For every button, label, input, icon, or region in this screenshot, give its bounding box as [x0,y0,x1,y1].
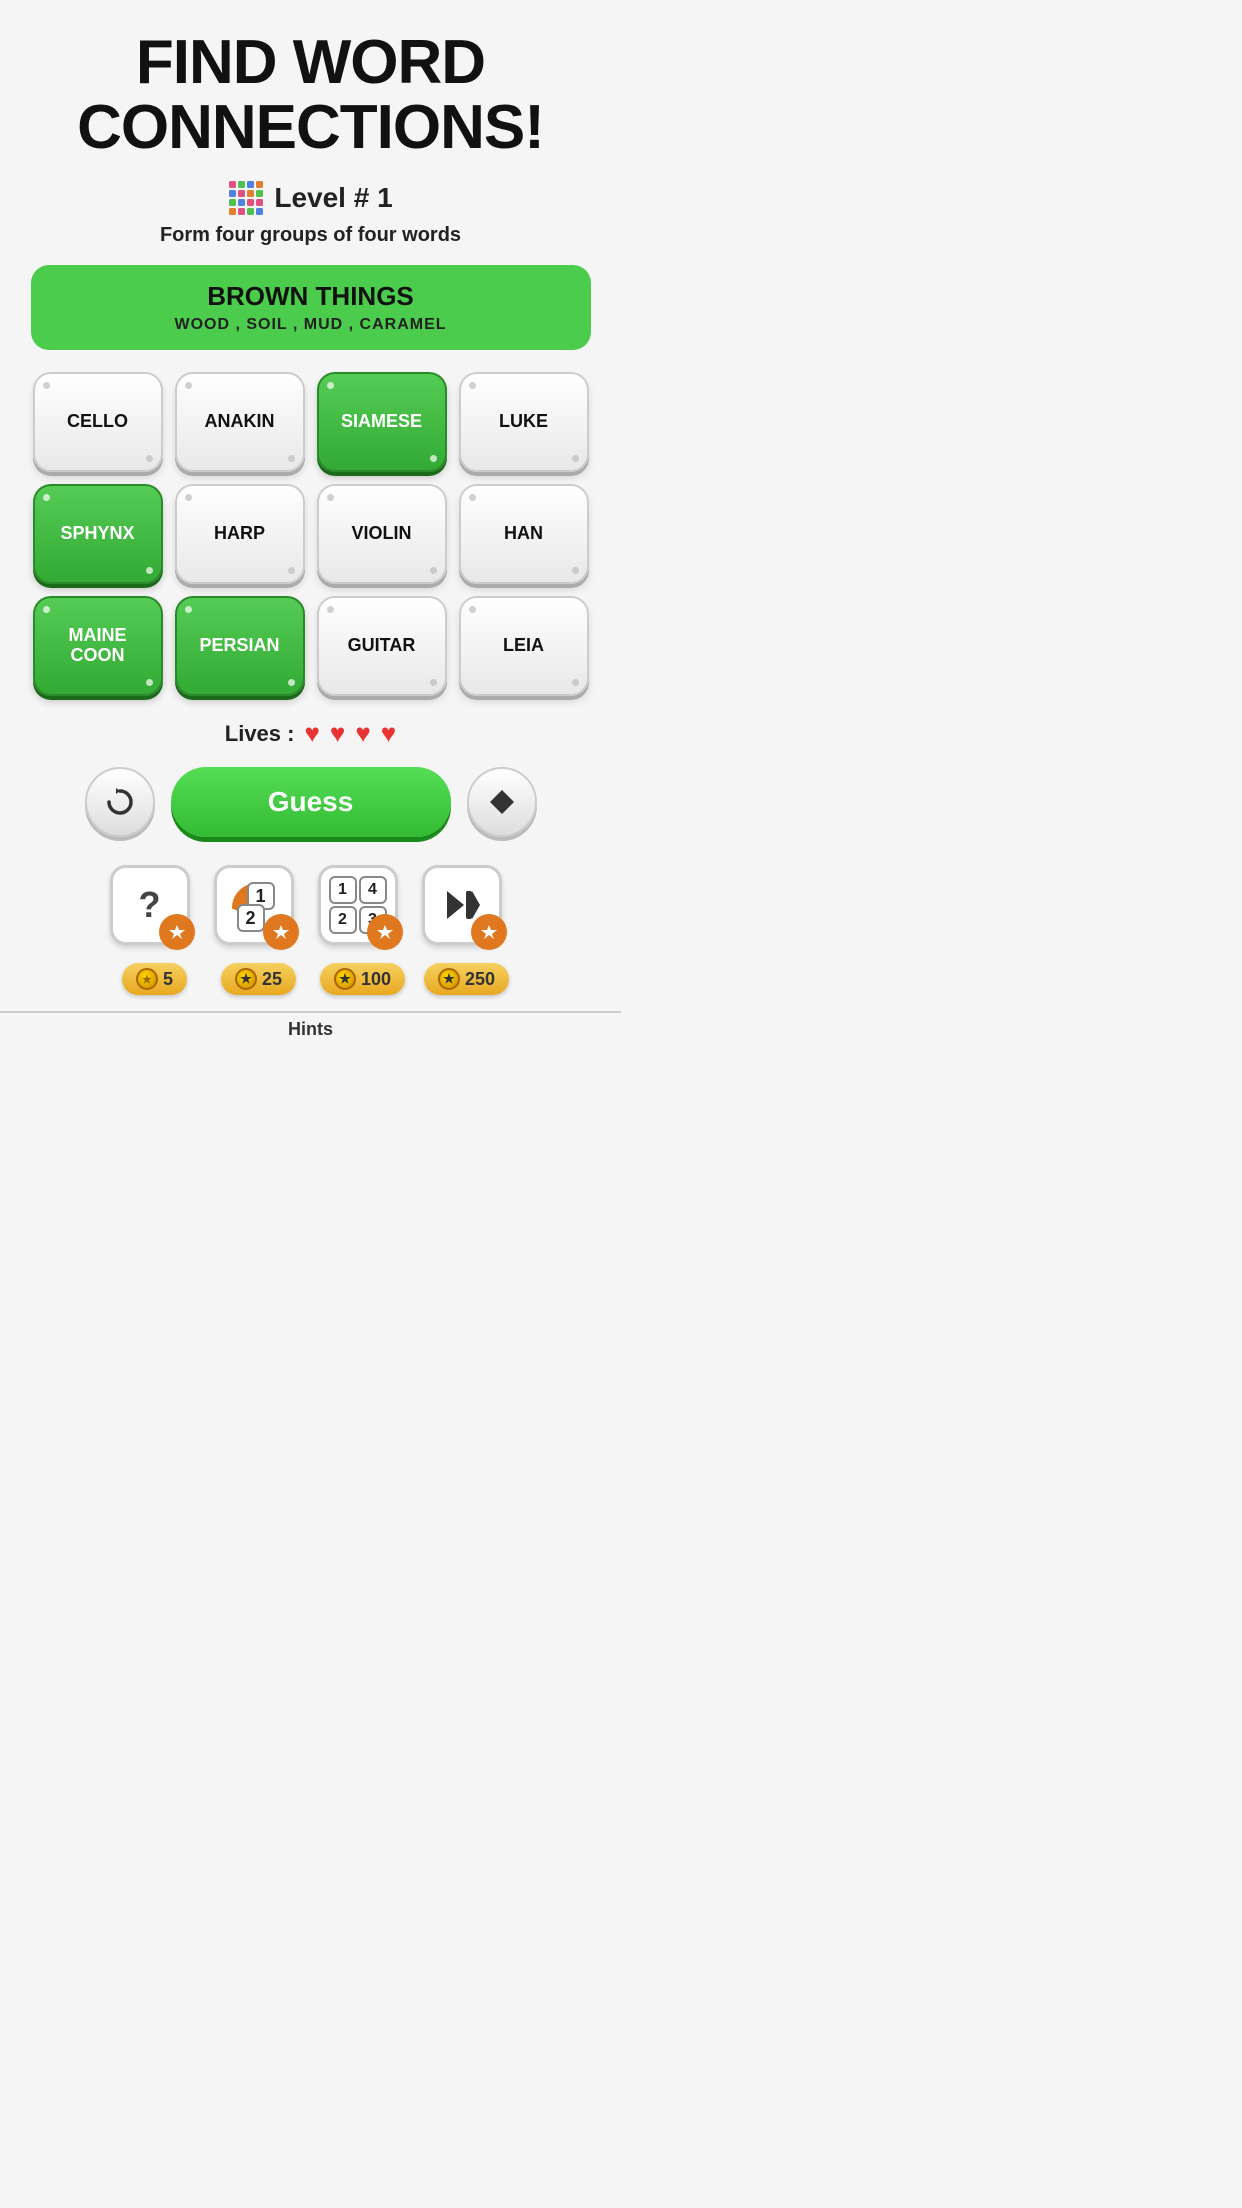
heart-3: ♥ [355,718,370,749]
coin-icon-3: ★ [334,968,356,990]
lives-label: Lives : [225,721,295,747]
word-tile-harp[interactable]: HARP [175,484,305,584]
word-tile-siamese[interactable]: SIAMESE [317,372,447,472]
hint-auto-item[interactable]: ★ 250 [422,865,512,995]
orange-badge-icon [169,924,185,940]
game-subtitle: Form four groups of four words [160,224,461,247]
shuffle-button[interactable] [85,767,155,837]
hint-auto-cost: ★ 250 [424,963,509,995]
word-tile-sphynx[interactable]: SPHYNX [33,484,163,584]
tile-dot-tl [327,382,334,389]
tile-dot-br [146,679,153,686]
tile-label-maine-coon: MAINE COON [69,626,127,666]
hint-reveal-cost: ★ 25 [221,963,296,995]
tile-label-harp: HARP [214,524,265,544]
category-title: BROWN THINGS [51,281,571,312]
tile-dot-tl [43,606,50,613]
tile-dot-br [288,567,295,574]
word-tile-luke[interactable]: LUKE [459,372,589,472]
page-title: FIND WORD CONNECTIONS! [57,0,564,180]
tile-dot-tl [469,382,476,389]
orange-badge-icon-3 [377,924,393,940]
shuffle-icon [105,787,135,817]
tile-dot-br [430,455,437,462]
tile-dot-tl [469,494,476,501]
tile-dot-tl [185,494,192,501]
word-tile-persian[interactable]: PERSIAN [175,596,305,696]
orange-badge-icon-4 [481,924,497,940]
level-label: Level # 1 [274,182,392,214]
hint-solve-cost: ★ 100 [320,963,405,995]
grid-icon [228,180,264,216]
hint-reveal-icon: 1 2 [214,865,304,955]
tile-label-han: HAN [504,524,543,544]
word-tile-guitar[interactable]: GUITAR [317,596,447,696]
word-tile-cello[interactable]: CELLO [33,372,163,472]
tile-dot-br [146,455,153,462]
hint-reveal-item[interactable]: 1 2 ★ 25 [214,865,304,995]
tile-label-luke: LUKE [499,412,548,432]
tile-label-cello: CELLO [67,412,128,432]
hints-row: ? ★ 5 1 2 [110,865,512,995]
tile-dot-tl [43,494,50,501]
hint-question-icon: ? [110,865,200,955]
tile-label-anakin: ANAKIN [205,412,275,432]
tile-dot-br [572,567,579,574]
coin-icon-1: ★ [136,968,158,990]
tile-label-siamese: SIAMESE [341,412,422,432]
hints-footer-label: Hints [288,1019,333,1040]
hint-auto-icon [422,865,512,955]
hints-divider [0,1011,621,1013]
tile-dot-br [146,567,153,574]
tile-label-persian: PERSIAN [199,636,279,656]
tile-dot-tl [327,606,334,613]
heart-1: ♥ [304,718,319,749]
word-tile-leia[interactable]: LEIA [459,596,589,696]
word-tile-violin[interactable]: VIOLIN [317,484,447,584]
tile-label-sphynx: SPHYNX [60,524,134,544]
erase-icon [487,787,517,817]
heart-4: ♥ [381,718,396,749]
play-fast-icon [444,887,480,923]
word-grid: CELLO ANAKIN SIAMESE LUKE SPHYNX HARP VIOLIN HA… [33,372,589,696]
tile-label-guitar: GUITAR [348,636,416,656]
tile-dot-br [430,679,437,686]
hint-question-item[interactable]: ? ★ 5 [110,865,200,995]
erase-button[interactable] [467,767,537,837]
category-banner: BROWN THINGS WOOD , SOIL , MUD , CARAMEL [31,265,591,350]
guess-button[interactable]: Guess [171,767,451,837]
lives-row: Lives : ♥ ♥ ♥ ♥ [225,718,396,749]
hint-solve-icon: 4 1 3 2 [318,865,408,955]
controls-row: Guess [85,767,537,837]
hint-solve-item[interactable]: 4 1 3 2 ★ 100 [318,865,408,995]
hint-question-cost: ★ 5 [122,963,187,995]
tile-dot-tl [185,382,192,389]
category-words: WOOD , SOIL , MUD , CARAMEL [51,316,571,334]
word-tile-han[interactable]: HAN [459,484,589,584]
word-tile-anakin[interactable]: ANAKIN [175,372,305,472]
coin-icon-2: ★ [235,968,257,990]
tile-label-leia: LEIA [503,636,544,656]
tile-dot-br [572,679,579,686]
tile-dot-br [288,679,295,686]
word-tile-maine-coon[interactable]: MAINE COON [33,596,163,696]
coin-icon-4: ★ [438,968,460,990]
tile-dot-br [288,455,295,462]
tile-dot-br [572,455,579,462]
tile-dot-tl [327,494,334,501]
tile-dot-tl [43,382,50,389]
level-row: Level # 1 [228,180,392,216]
tile-dot-tl [469,606,476,613]
tile-dot-br [430,567,437,574]
tile-label-violin: VIOLIN [351,524,411,544]
tile-dot-tl [185,606,192,613]
heart-2: ♥ [330,718,345,749]
orange-badge-icon-2 [273,924,289,940]
